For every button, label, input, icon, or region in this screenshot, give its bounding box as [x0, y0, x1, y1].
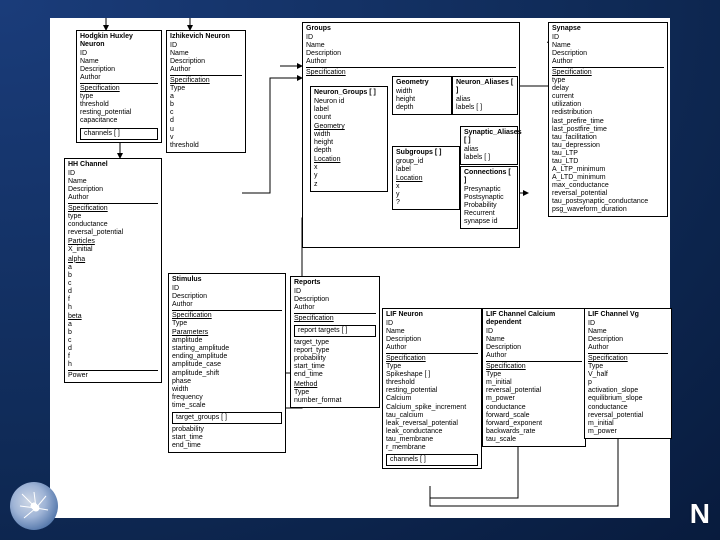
box-title: Hodgkin Huxley Neuron	[80, 33, 158, 49]
box-hh-neuron: Hodgkin Huxley Neuron ID Name Descriptio…	[76, 30, 162, 143]
box-geometry: Geometry width height depth	[392, 76, 452, 115]
box-neuron-aliases: Neuron_Aliases [ ] alias labels [ ]	[452, 76, 518, 115]
box-synapse: Synapse ID Name Description Author Speci…	[548, 22, 668, 217]
diagram-canvas: Hodgkin Huxley Neuron ID Name Descriptio…	[50, 18, 670, 518]
slide-root: Hodgkin Huxley Neuron ID Name Descriptio…	[0, 0, 720, 540]
brain-logo-icon	[10, 482, 58, 530]
box-izh-neuron: Izhikevich Neuron ID Name Description Au…	[166, 30, 246, 153]
box-neuron-groups: Neuron_Groups [ ] Neuron id label count …	[310, 86, 388, 192]
university-mark: N	[690, 498, 708, 530]
box-lif-neuron: LIF Neuron ID Name Description Author Sp…	[382, 308, 482, 469]
box-lif-channel-vg: LIF Channel Vg ID Name Description Autho…	[584, 308, 672, 439]
box-synaptic-aliases: Synaptic_Aliases [ ] alias labels [ ]	[460, 126, 518, 165]
array-channels: channels [ ]	[80, 128, 158, 140]
box-connections: Connections [ ] Presynaptic Postsynaptic…	[460, 166, 518, 229]
box-hh-channel: HH Channel ID Name Description Author Sp…	[64, 158, 162, 383]
box-reports: Reports ID Description Author Specificat…	[290, 276, 380, 408]
box-lif-channel-calcium: LIF Channel Calcium dependent ID Name De…	[482, 308, 586, 447]
box-subgroups: Subgroups [ ] group_id label Location x …	[392, 146, 460, 210]
box-stimulus: Stimulus ID Description Author Specifica…	[168, 273, 286, 453]
